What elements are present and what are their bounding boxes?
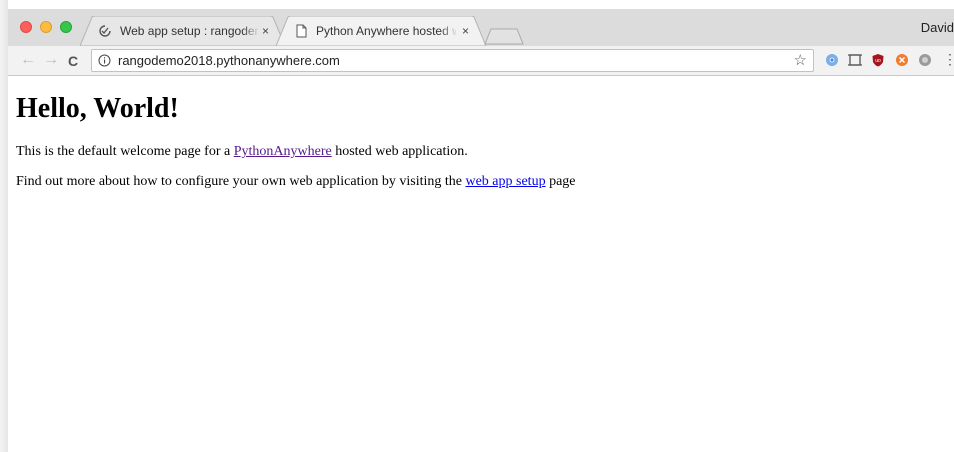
- address-bar[interactable]: rangodemo2018.pythonanywhere.com ☆: [91, 49, 814, 72]
- orange-badge-icon[interactable]: [895, 53, 909, 67]
- pythonanywhere-link[interactable]: PythonAnywhere: [234, 144, 332, 159]
- tab-close-icon[interactable]: ×: [262, 16, 269, 46]
- page-document-icon: [296, 24, 307, 38]
- minimize-window-button[interactable]: [40, 21, 52, 33]
- tab-python-anywhere[interactable]: Python Anywhere hosted web app ×: [276, 16, 486, 46]
- web-app-setup-link[interactable]: web app setup: [465, 174, 545, 189]
- reload-button[interactable]: C: [68, 53, 78, 69]
- page-heading: Hello, World!: [16, 93, 179, 124]
- tab-strip: Web app setup : rangodemo2018 × Python A…: [8, 9, 954, 47]
- profile-name[interactable]: David: [921, 20, 954, 35]
- browser-window: Web app setup : rangodemo2018 × Python A…: [8, 9, 954, 452]
- intro-text-after: hosted web application.: [331, 144, 468, 159]
- chromium-blue-icon[interactable]: [825, 53, 839, 67]
- forward-button[interactable]: →: [43, 52, 59, 68]
- page-content: Hello, World! This is the default welcom…: [8, 76, 954, 452]
- ublock-shield-icon[interactable]: uo: [871, 53, 885, 67]
- svg-text:uo: uo: [875, 58, 881, 64]
- intro-text-before: This is the default welcome page for a: [16, 144, 234, 159]
- setup-text-before: Find out more about how to configure you…: [16, 174, 466, 189]
- tab-label: Web app setup : rangodemo2018: [120, 24, 258, 38]
- back-button[interactable]: ←: [20, 52, 36, 68]
- tab-label: Python Anywhere hosted web app: [316, 24, 456, 38]
- tab-label-fade: [242, 20, 260, 42]
- setup-text-after: page: [545, 174, 576, 189]
- url-text: rangodemo2018.pythonanywhere.com: [118, 53, 340, 68]
- zoom-window-button[interactable]: [60, 21, 72, 33]
- gray-circle-icon[interactable]: [918, 53, 932, 67]
- intro-paragraph: This is the default welcome page for a P…: [16, 144, 468, 160]
- bookmark-star-icon[interactable]: ☆: [794, 51, 807, 69]
- setup-paragraph: Find out more about how to configure you…: [16, 174, 576, 190]
- loading-spinner-icon: [99, 25, 111, 37]
- desktop-edge: [0, 0, 8, 452]
- info-icon[interactable]: [98, 54, 111, 67]
- browser-toolbar: ← → C rangodemo2018.pythonanywhere.com ☆…: [8, 46, 954, 76]
- tab-label-fade: [440, 20, 458, 42]
- new-tab-button[interactable]: [484, 28, 524, 45]
- close-window-button[interactable]: [20, 21, 32, 33]
- tab-close-icon[interactable]: ×: [462, 16, 469, 46]
- tab-web-app-setup[interactable]: Web app setup : rangodemo2018 ×: [80, 16, 285, 46]
- screenshot-frame-icon[interactable]: [848, 53, 862, 67]
- menu-icon[interactable]: ⋮: [943, 51, 954, 68]
